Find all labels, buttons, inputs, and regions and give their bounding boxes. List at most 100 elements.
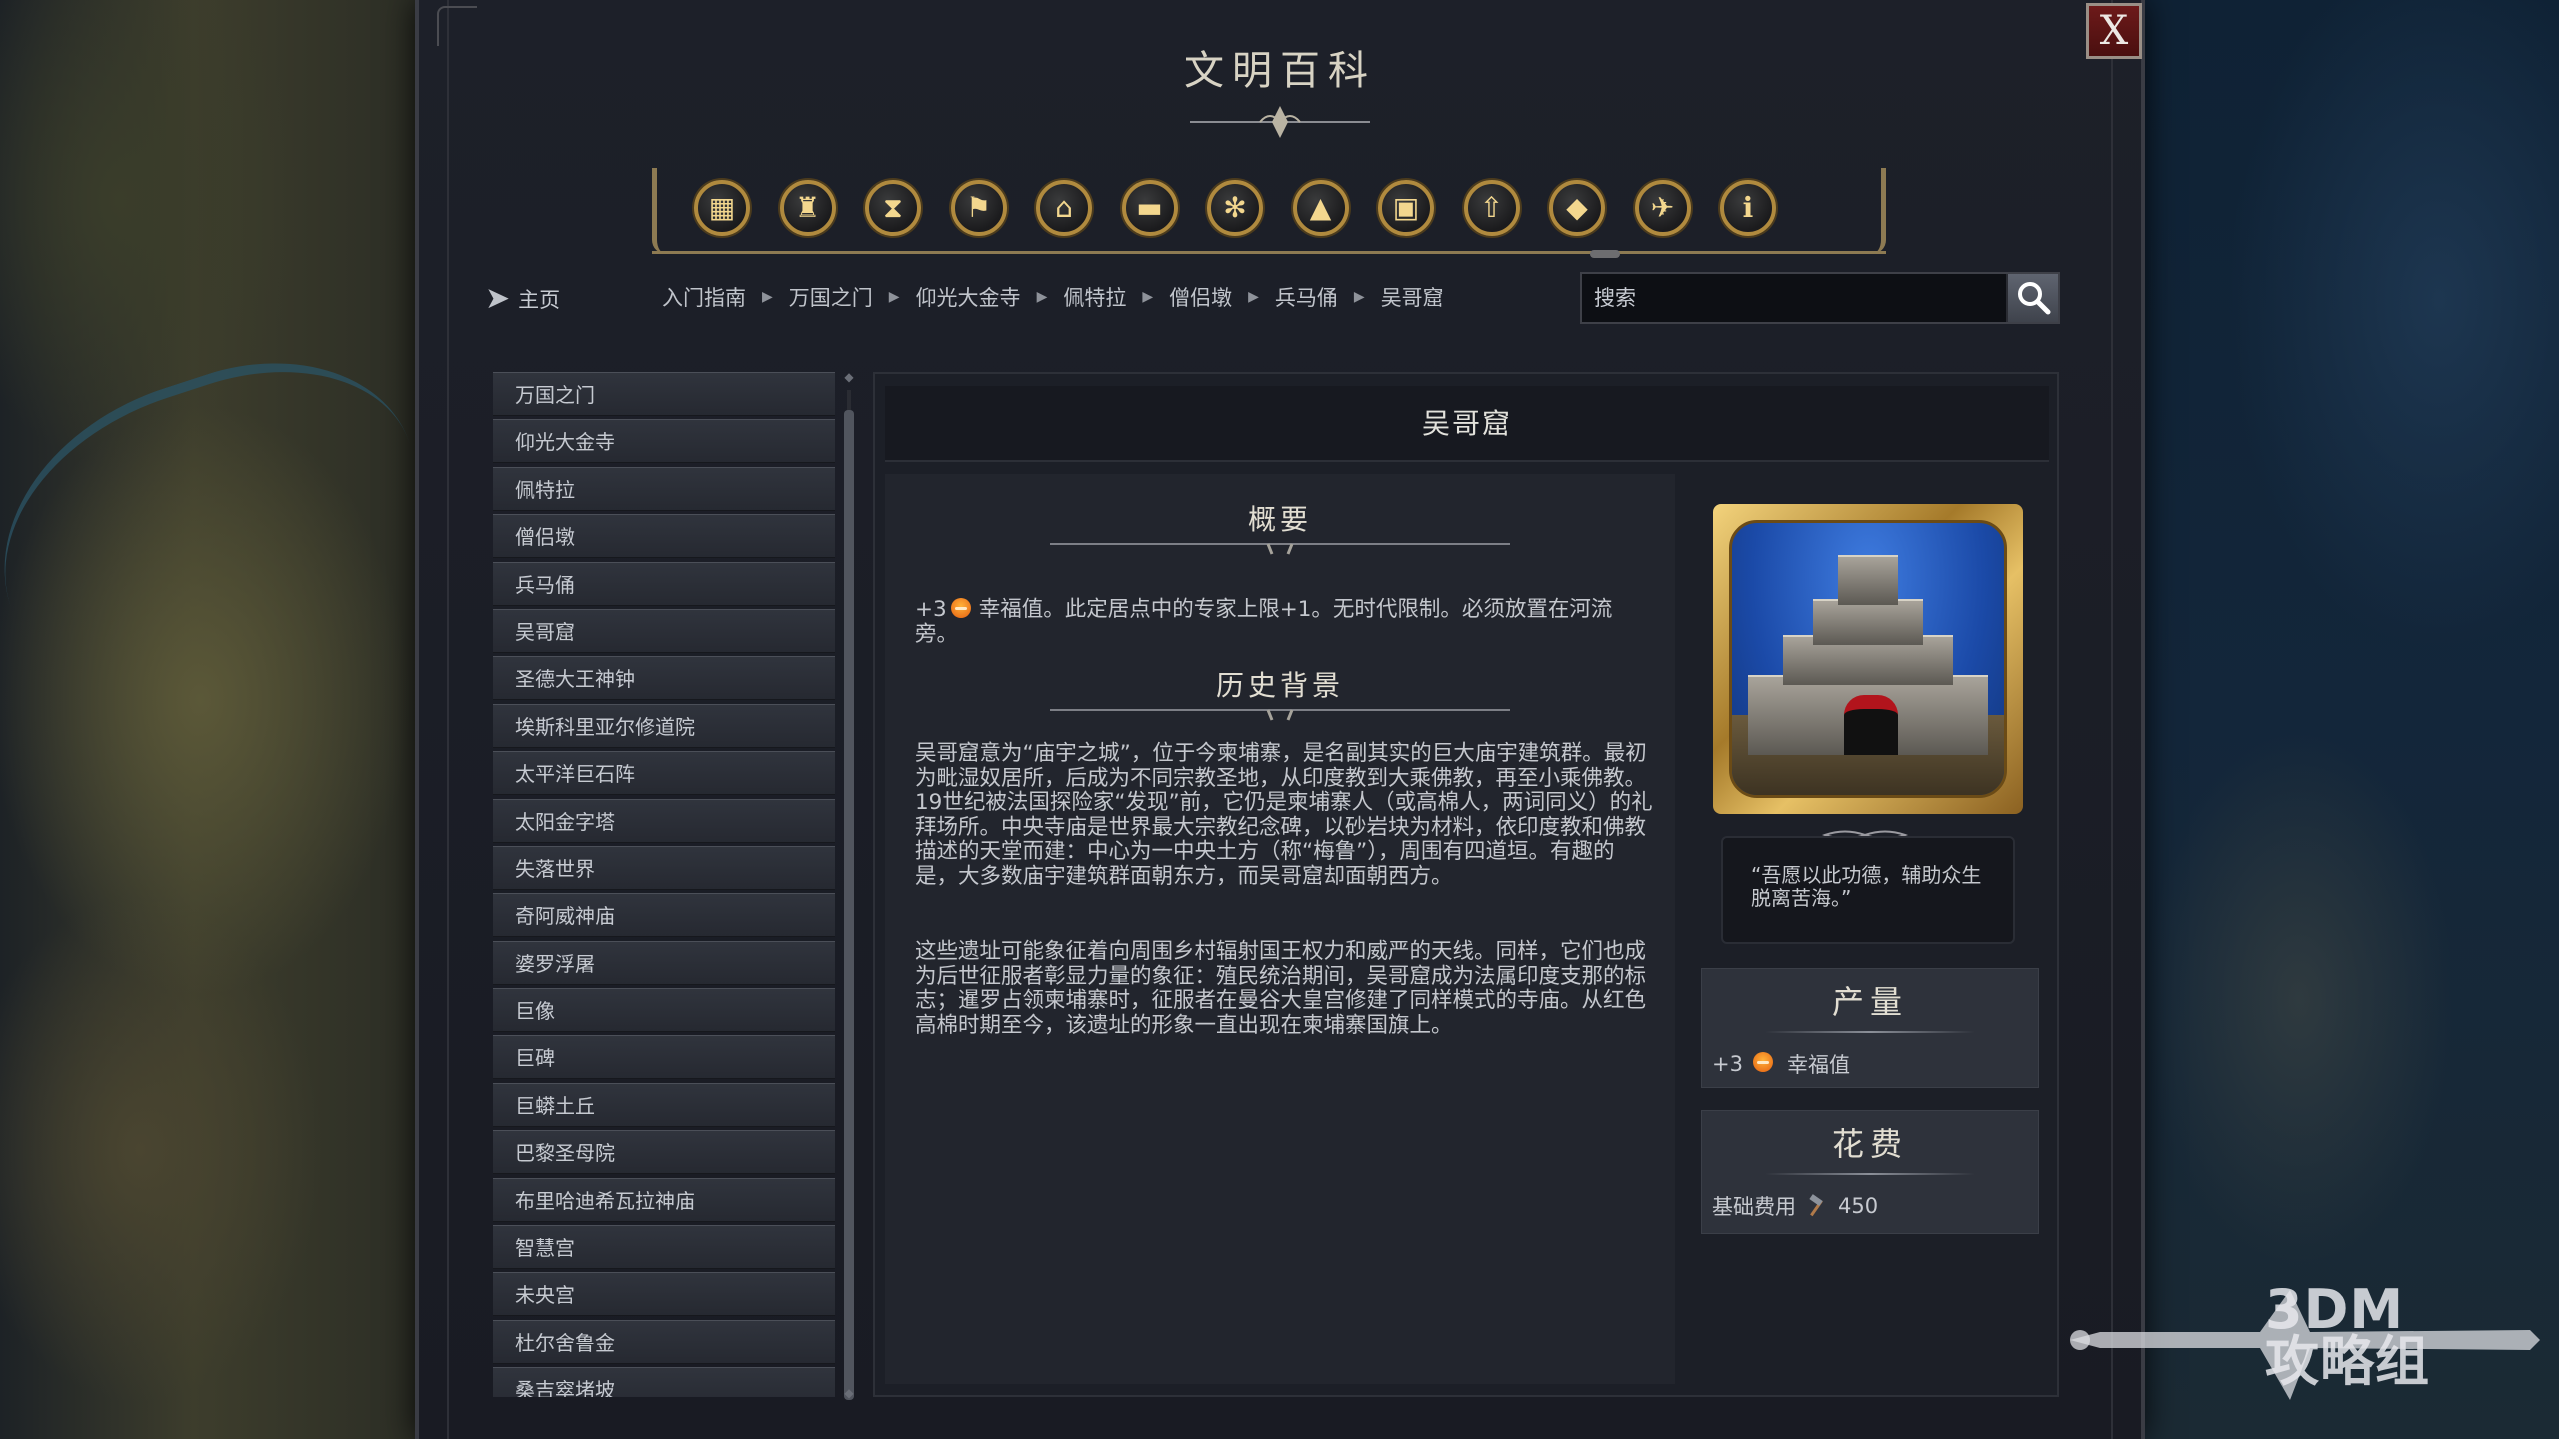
list-item[interactable]: 巴黎圣母院 xyxy=(493,1130,835,1175)
list-item[interactable]: 埃斯科里亚尔修道院 xyxy=(493,703,835,748)
district-flag-icon[interactable]: ⚑ xyxy=(950,180,1007,236)
window-title: 文明百科 xyxy=(1184,48,1376,94)
detail-title: 吴哥窟 xyxy=(1421,407,1512,440)
search-box xyxy=(1580,272,2060,324)
wonder-book-icon[interactable]: ◆ xyxy=(1549,180,1605,236)
list-item[interactable]: 布里哈迪希瓦拉神庙 xyxy=(493,1177,835,1222)
scroll-up-icon[interactable]: ◆ xyxy=(842,370,856,384)
list-item[interactable]: 桑吉窣堵坡 xyxy=(493,1367,835,1397)
breadcrumb-separator-icon: ▶ xyxy=(1353,289,1365,305)
watermark-line-2: 攻略组 xyxy=(2265,1330,2430,1393)
watermark-text: 3DM 攻略组 xyxy=(2265,1278,2430,1393)
wonder-portrait-frame xyxy=(1713,504,2023,814)
dove-icon[interactable]: ✈ xyxy=(1634,180,1691,236)
portrait-tier xyxy=(1813,599,1923,645)
list-item[interactable]: 婆罗浮屠 xyxy=(493,940,835,985)
knowledge-book-icon[interactable]: ▬ xyxy=(1121,180,1178,236)
back-arrow-icon: ➤ xyxy=(485,281,511,316)
city-tower-icon[interactable]: ▣ xyxy=(1378,180,1434,236)
cost-row: 基础费用 450 xyxy=(1702,1175,2038,1221)
overview-happiness-amount: +3 xyxy=(915,597,947,622)
list-item[interactable]: 失落世界 xyxy=(493,845,835,890)
breadcrumb-item[interactable]: 万国之门 xyxy=(789,282,873,312)
list-item[interactable]: 奇阿威神庙 xyxy=(493,893,835,938)
leader-goblet-icon[interactable]: ♜ xyxy=(779,180,836,236)
yield-heading: 产量 xyxy=(1831,983,1908,1021)
culture-emblem-icon[interactable]: ✻ xyxy=(1207,180,1263,236)
history-paragraph-2: 这些遗址可能象征着向周围乡村辐射国王权力和威严的天线。同样，它们也成为后世征服者… xyxy=(915,939,1647,1038)
wonder-list: 万国之门 仰光大金寺 佩特拉 僧侣墩 兵马俑 吴哥窟 圣德大王神钟 埃斯科里亚尔修道院 太平洋巨… xyxy=(493,372,835,1397)
list-item[interactable]: 杜尔舍鲁金 xyxy=(493,1319,835,1364)
corner-ornament xyxy=(437,6,477,46)
title-ornament xyxy=(1190,106,1370,138)
list-item[interactable]: 未央宫 xyxy=(493,1272,835,1317)
breadcrumb-separator-icon: ▶ xyxy=(888,289,900,305)
breadcrumb-item[interactable]: 入门指南 xyxy=(662,282,746,312)
list-item[interactable]: 仰光大金寺 xyxy=(493,419,835,464)
list-item[interactable]: 智慧宫 xyxy=(493,1225,835,1270)
detail-content: 概要 +3 幸福值。此定居点中的专家上限+1。无时代限制。必须放置在河流旁。 历史… xyxy=(885,474,1675,1384)
production-hammer-icon xyxy=(1806,1195,1828,1217)
overview-divider xyxy=(1050,543,1510,555)
category-toolbar: ▦ ♜ ⧗ ⚑ ⌂ ▬ ✻ ▲ ▣ ⇧ ◆ ✈ ℹ xyxy=(652,168,1886,258)
yield-row: +3 幸福值 xyxy=(1702,1033,2038,1079)
toolbar-cap-left xyxy=(652,168,668,254)
list-item[interactable]: 巨像 xyxy=(493,988,835,1033)
upgrade-arrow-icon[interactable]: ⇧ xyxy=(1463,180,1520,236)
list-item[interactable]: 佩特拉 xyxy=(493,466,835,511)
list-item[interactable]: 万国之门 xyxy=(493,372,835,416)
detail-panel: 吴哥窟 概要 +3 幸福值。此定居点中的专家上限+1。无时代限制。必须放置在河流旁… xyxy=(873,372,2059,1397)
list-item[interactable]: 兵马俑 xyxy=(493,561,835,606)
world-map-background-left xyxy=(0,0,469,1439)
watermark-line-1: 3DM xyxy=(2265,1278,2405,1341)
breadcrumb-item[interactable]: 僧侣墩 xyxy=(1169,282,1232,312)
world-map-background-right xyxy=(2139,0,2559,1439)
history-paragraph-1: 吴哥窟意为“庙宇之城”，位于今柬埔寨，是名副其实的巨大庙宇建筑群。最初为毗湿奴居… xyxy=(915,741,1653,889)
overview-description: 幸福值。此定居点中的专家上限+1。无时代限制。必须放置在河流旁。 xyxy=(915,597,1613,647)
scroll-down-icon[interactable]: ◆ xyxy=(842,1386,856,1400)
yield-value: +3 xyxy=(1712,1052,1743,1076)
list-item[interactable]: 巨碑 xyxy=(493,1035,835,1080)
yield-box: 产量 +3 幸福值 xyxy=(1701,968,2039,1088)
list-item[interactable]: 吴哥窟 xyxy=(493,608,835,653)
home-label: 主页 xyxy=(518,288,561,312)
scroll-thumb[interactable] xyxy=(844,410,854,1400)
home-link[interactable]: ➤ 主页 xyxy=(485,284,560,314)
detail-header: 吴哥窟 xyxy=(885,386,2049,462)
wonder-quote: “吾愿以此功德，辅助众生脱离苦海。” xyxy=(1721,836,2015,944)
list-item[interactable]: 巨蟒土丘 xyxy=(493,1082,835,1127)
civilization-crate-icon[interactable]: ▦ xyxy=(694,180,750,236)
list-item[interactable]: 僧侣墩 xyxy=(493,514,835,559)
breadcrumb-item[interactable]: 佩特拉 xyxy=(1063,282,1126,312)
close-button[interactable]: X xyxy=(2086,3,2142,59)
breadcrumb-item[interactable]: 兵马俑 xyxy=(1275,282,1338,312)
portrait-door xyxy=(1844,695,1898,755)
breadcrumb-separator-icon: ▶ xyxy=(1142,289,1154,305)
list-scrollbar[interactable]: ◆ ◆ xyxy=(842,370,856,1400)
happiness-icon xyxy=(950,598,971,618)
angkor-wat-portrait xyxy=(1729,520,2007,798)
era-hourglass-icon[interactable]: ⧗ xyxy=(865,180,921,236)
breadcrumb-separator-icon: ▶ xyxy=(1248,289,1259,305)
info-icon[interactable]: ℹ xyxy=(1720,180,1776,236)
portrait-tier xyxy=(1838,555,1898,605)
search-button[interactable] xyxy=(2006,274,2058,322)
search-icon xyxy=(2018,282,2051,315)
breadcrumb-separator-icon: ▶ xyxy=(762,289,773,305)
cost-heading: 花费 xyxy=(1831,1125,1908,1163)
list-item[interactable]: 太平洋巨石阵 xyxy=(493,751,835,796)
happiness-icon xyxy=(1752,1051,1773,1072)
terrain-mountain-icon[interactable]: ▲ xyxy=(1292,180,1349,236)
breadcrumb-item[interactable]: 仰光大金寺 xyxy=(916,282,1021,312)
cost-box: 花费 基础费用 450 xyxy=(1701,1110,2039,1234)
3dm-watermark: 3DM 攻略组 xyxy=(2060,1270,2540,1410)
search-input[interactable] xyxy=(1582,274,2006,322)
building-temple-icon[interactable]: ⌂ xyxy=(1036,180,1092,236)
list-item[interactable]: 太阳金字塔 xyxy=(493,798,835,843)
breadcrumb-item[interactable]: 吴哥窟 xyxy=(1381,282,1444,312)
overview-heading: 概要 xyxy=(1247,503,1312,536)
list-item[interactable]: 圣德大王神钟 xyxy=(493,656,835,701)
yield-label: 幸福值 xyxy=(1786,1053,1850,1077)
overview-text: +3 幸福值。此定居点中的专家上限+1。无时代限制。必须放置在河流旁。 xyxy=(915,597,1655,647)
river-decoration xyxy=(0,321,469,759)
